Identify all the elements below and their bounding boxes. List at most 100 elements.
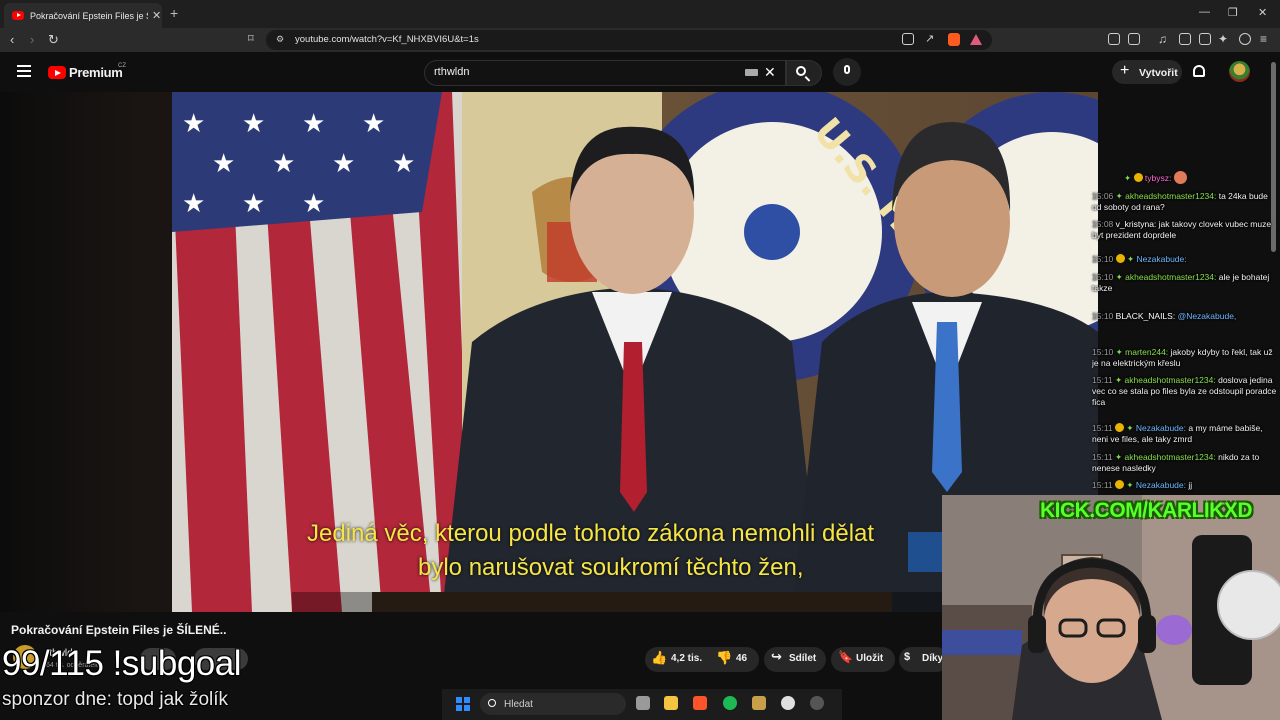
svg-text:★: ★ — [302, 189, 325, 219]
chat-message: 15:11 ✦ Nezakabude: a my máme babiše, ne… — [1092, 423, 1263, 444]
taskbar-search-label[interactable]: Hledat — [504, 699, 533, 710]
bookmark-icon[interactable]: ⌑ — [248, 32, 254, 45]
extensions-icon[interactable] — [1108, 33, 1120, 45]
youtube-favicon-icon — [12, 11, 24, 20]
svg-text:★: ★ — [212, 149, 235, 179]
close-window-button[interactable]: ✕ — [1258, 6, 1267, 19]
clear-search-icon[interactable]: ✕ — [764, 64, 776, 81]
reload-icon[interactable]: ↻ — [48, 32, 59, 48]
music-icon[interactable]: ♫ — [1158, 32, 1167, 46]
site-info-icon[interactable]: ⚙ — [276, 34, 284, 45]
save-icon[interactable]: 🔖 — [838, 650, 853, 664]
stream-chat: ✦ tybysz: 15:06 ✦ akheadshotmaster1234: … — [1090, 165, 1280, 495]
share-page-icon[interactable]: ↗ — [925, 32, 934, 45]
youtube-logo-icon[interactable] — [48, 66, 66, 79]
task-view-icon[interactable] — [636, 696, 650, 710]
svg-text:★: ★ — [272, 149, 295, 179]
svg-text:★: ★ — [362, 109, 385, 139]
chat-message: 15:11 ✦ akheadshotmaster1234: nikdo za t… — [1092, 452, 1260, 473]
like-count[interactable]: 4,2 tis. — [671, 653, 702, 664]
sidebar-icon[interactable] — [1179, 33, 1191, 45]
svg-text:★: ★ — [182, 189, 205, 219]
browser-tab[interactable]: Pokračování Epstein Files je ŠÍLENÉ ✕ — [4, 3, 162, 28]
vpn-icon[interactable] — [1239, 33, 1251, 45]
chat-message: 15:08 v_kristyna: jak takovy clovek vube… — [1092, 219, 1272, 240]
steam-icon[interactable] — [810, 696, 824, 710]
obs-icon[interactable] — [781, 696, 795, 710]
plus-icon[interactable]: + — [1120, 62, 1129, 80]
svg-text:★: ★ — [302, 109, 325, 139]
thanks-label[interactable]: Díky — [922, 653, 943, 664]
country-code: CZ — [118, 63, 126, 69]
create-label[interactable]: Vytvořit — [1139, 67, 1178, 79]
windows-start-icon[interactable] — [456, 697, 470, 711]
chat-message: 15:10 ✦ akheadshotmaster1234: ale je boh… — [1092, 272, 1270, 293]
svg-text:★: ★ — [182, 109, 205, 139]
subscriber-badge-icon — [1133, 173, 1143, 182]
dislike-count[interactable]: 46 — [736, 653, 747, 664]
search-value[interactable]: rthwldn — [434, 66, 469, 78]
file-explorer-icon[interactable] — [664, 696, 678, 710]
hamburger-menu-icon[interactable] — [17, 65, 31, 80]
app-icon[interactable] — [752, 696, 766, 710]
notifications-bell-icon[interactable] — [1193, 65, 1205, 77]
cast-icon[interactable] — [902, 33, 914, 45]
video-title: Pokračování Epstein Files je ŠÍLENÉ.. — [11, 623, 227, 637]
brave-browser-icon[interactable] — [693, 696, 707, 710]
brave-rewards-icon[interactable] — [970, 34, 982, 45]
subscriber-badge-icon — [1115, 480, 1125, 489]
search-input[interactable] — [424, 60, 786, 86]
share-label[interactable]: Sdílet — [789, 653, 816, 664]
svg-text:★: ★ — [242, 189, 265, 219]
badge-icon: ✦ — [1126, 480, 1134, 490]
badge-icon: ✦ — [1127, 254, 1135, 264]
chat-message: ✦ tybysz: — [1124, 171, 1280, 184]
account-avatar[interactable] — [1229, 61, 1250, 82]
back-icon[interactable]: ‹ — [10, 32, 14, 47]
badge-icon: ✦ — [1115, 347, 1123, 357]
badge-icon: ✦ — [1124, 173, 1132, 183]
badge-icon: ✦ — [1115, 272, 1123, 282]
search-icon[interactable] — [796, 66, 806, 76]
chat-message: 15:10 ✦ Nezakabude: — [1092, 254, 1187, 264]
subgoal-overlay: 99/115 !subgoal — [2, 644, 242, 683]
webcam-scene — [942, 495, 1280, 720]
wallet-icon[interactable] — [1199, 33, 1211, 45]
like-icon[interactable]: 👍 — [651, 650, 667, 666]
keyboard-icon[interactable] — [745, 69, 758, 76]
subscriber-badge-icon — [1115, 254, 1125, 263]
brave-shield-icon[interactable] — [948, 33, 960, 46]
chat-message: 15:06 ✦ akheadshotmaster1234: ta 24ka bu… — [1092, 191, 1268, 212]
badge-icon: ✦ — [1126, 423, 1134, 433]
chat-message: 15:11 ✦ Nezakabude: jj — [1092, 480, 1193, 490]
subtitle-line-2: bylo narušovat soukromí těchto žen, — [418, 554, 804, 581]
taskbar-search-icon[interactable] — [488, 699, 496, 707]
share-icon[interactable]: ↪ — [771, 649, 782, 665]
chat-message: 15:10 ✦ marten244: jakoby kdyby to řekl,… — [1092, 347, 1273, 368]
chat-message: 15:11 ✦ akheadshotmaster1234: doslova je… — [1092, 375, 1277, 407]
subtitle-line-1: Jediná věc, kterou podle tohoto zákona n… — [307, 520, 875, 547]
forward-icon[interactable]: › — [30, 32, 34, 47]
browser-menu-icon[interactable]: ≡ — [1260, 32, 1267, 46]
url-text[interactable]: youtube.com/watch?v=Kf_NHXBVI6U&t=1s — [295, 34, 479, 45]
kick-channel-overlay: KICK.COM/KARLIKXD — [1040, 499, 1253, 522]
microphone-icon[interactable] — [844, 65, 850, 74]
taskbar-search[interactable] — [480, 693, 626, 715]
leo-ai-icon[interactable]: ✦ — [1218, 32, 1228, 46]
svg-text:★: ★ — [242, 109, 265, 139]
badge-icon: ✦ — [1115, 191, 1123, 201]
new-tab-button[interactable]: + — [170, 5, 178, 21]
maximize-button[interactable]: ❐ — [1228, 6, 1238, 19]
screenshot-icon[interactable] — [1128, 33, 1140, 45]
badge-icon: ✦ — [1115, 375, 1123, 385]
thanks-icon[interactable]: $ — [904, 651, 910, 663]
emote-icon — [1173, 171, 1187, 184]
premium-logo-text[interactable]: Premium — [69, 65, 123, 80]
dislike-icon[interactable]: 👎 — [716, 650, 732, 666]
minimize-button[interactable]: — — [1199, 6, 1210, 18]
chat-message: 15:10 BLACK_NAILS: @Nezakabude, — [1092, 311, 1237, 321]
svg-text:★: ★ — [332, 149, 355, 179]
spotify-icon[interactable] — [723, 696, 737, 710]
tab-close-icon[interactable]: ✕ — [152, 9, 161, 22]
save-label[interactable]: Uložit — [856, 653, 883, 664]
